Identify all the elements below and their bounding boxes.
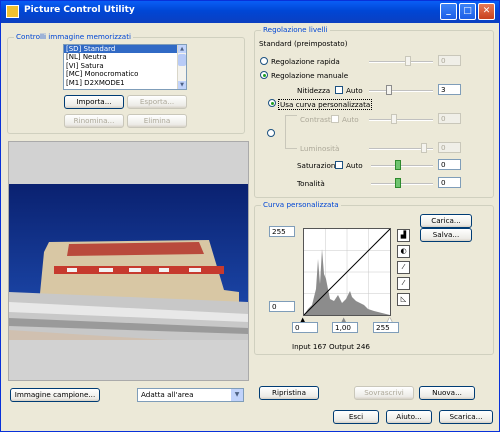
histogram-icon[interactable]: ▟ <box>397 229 410 242</box>
preview-pane <box>8 141 249 381</box>
save-curve-button[interactable]: Salva... <box>420 228 472 242</box>
saturation-label: Saturazione <box>297 161 340 170</box>
download-button[interactable]: Scarica... <box>439 410 493 424</box>
output-max-input[interactable]: 255 <box>269 226 295 237</box>
hue-track <box>371 183 433 185</box>
black-eyedropper-icon[interactable]: ⁄ <box>397 261 410 274</box>
hue-input[interactable]: 0 <box>438 177 461 188</box>
app-window: Picture Control Utility _ □ ✕ Controlli … <box>0 0 500 432</box>
brightness-label: Luminosità <box>300 144 340 153</box>
fit-mode-value: Adatta all'area <box>141 390 194 399</box>
contrast-track <box>369 119 433 121</box>
quick-adjust-track <box>369 61 433 63</box>
contrast-auto-label: Auto <box>342 115 359 124</box>
saturation-track <box>371 165 433 167</box>
saturation-auto-checkbox[interactable] <box>335 161 343 169</box>
saturation-input[interactable]: 0 <box>438 159 461 170</box>
quick-adjust-slider[interactable] <box>405 56 411 66</box>
custom-curve-label: Usa curva personalizzata <box>278 99 373 110</box>
title-bar: Picture Control Utility _ □ ✕ <box>1 1 499 23</box>
curve-editor[interactable] <box>303 228 391 316</box>
sample-photo <box>9 184 248 340</box>
minimize-button[interactable]: _ <box>440 3 457 20</box>
new-button[interactable]: Nuova... <box>419 386 475 400</box>
brightness-slider[interactable] <box>421 143 427 153</box>
rename-button[interactable]: Rinomina... <box>64 114 124 128</box>
sharpness-input[interactable]: 3 <box>438 84 461 95</box>
contrast-input[interactable]: 0 <box>438 113 461 124</box>
close-button[interactable]: ✕ <box>478 3 495 20</box>
sharpness-label: Nitidezza <box>297 86 331 95</box>
chevron-down-icon[interactable]: ▼ <box>231 389 243 401</box>
manual-adjust-radio[interactable] <box>260 71 268 79</box>
import-button[interactable]: Importa... <box>64 95 124 109</box>
overwrite-button[interactable]: Sovrascrivi <box>354 386 414 400</box>
exit-button[interactable]: Esci <box>333 410 379 424</box>
delete-button[interactable]: Elimina <box>127 114 187 128</box>
scroll-down-icon[interactable]: ▼ <box>178 81 186 89</box>
load-curve-button[interactable]: Carica... <box>420 214 472 228</box>
output-readout: Output 246 <box>329 342 370 351</box>
bracket-divider <box>285 115 297 149</box>
quick-adjust-radio[interactable] <box>260 57 268 65</box>
reset-curve-icon[interactable]: ◺ <box>397 293 410 306</box>
curve-graph <box>303 228 391 316</box>
sample-image-button[interactable]: Immagine campione... <box>10 388 100 402</box>
list-scrollbar[interactable]: ▲ ▼ <box>177 45 186 89</box>
list-item[interactable]: [VI] Satura <box>64 62 186 70</box>
app-icon <box>6 5 19 18</box>
picture-control-list[interactable]: [SD] Standard [NL] Neutra [VI] Satura [M… <box>63 44 187 90</box>
contrast-auto-checkbox[interactable] <box>331 115 339 123</box>
hue-slider[interactable] <box>395 178 401 188</box>
output-min-input[interactable]: 0 <box>269 301 295 312</box>
list-item[interactable]: [M1] D2XMODE1 <box>64 79 186 87</box>
quick-adjust-label: Regolazione rapida <box>271 57 340 66</box>
brightness-input[interactable]: 0 <box>438 142 461 153</box>
fit-mode-select[interactable]: Adatta all'area ▼ <box>137 388 244 402</box>
contrast-icon[interactable]: ◐ <box>397 245 410 258</box>
help-button[interactable]: Aiuto... <box>386 410 432 424</box>
custom-curve-title: Curva personalizzata <box>261 200 341 209</box>
sharpness-track <box>369 90 433 92</box>
hue-label: Tonalità <box>297 179 325 188</box>
list-item[interactable]: [MC] Monocromatico <box>64 70 186 78</box>
export-button[interactable]: Esporta... <box>127 95 187 109</box>
list-item[interactable]: [SD] Standard <box>64 45 186 54</box>
input-max-input[interactable]: 255 <box>373 322 399 333</box>
saturation-auto-label: Auto <box>346 161 363 170</box>
manual-adjust-label: Regolazione manuale <box>271 71 349 80</box>
quick-adjust-input[interactable]: 0 <box>438 55 461 66</box>
input-readout: Input 167 <box>292 342 327 351</box>
sharpness-slider[interactable] <box>386 85 392 95</box>
reset-button[interactable]: Ripristina <box>259 386 319 400</box>
scroll-up-icon[interactable]: ▲ <box>178 45 186 53</box>
contrast-slider[interactable] <box>391 114 397 124</box>
saturation-slider[interactable] <box>395 160 401 170</box>
gamma-input[interactable]: 1,00 <box>332 322 358 333</box>
base-control-label: Standard (preimpostato) <box>259 39 348 48</box>
contrast-brightness-radio[interactable] <box>267 129 275 137</box>
sharpness-auto-checkbox[interactable] <box>335 86 343 94</box>
stored-controls-title: Controlli immagine memorizzati <box>14 32 134 41</box>
list-item[interactable]: [NL] Neutra <box>64 53 186 61</box>
maximize-button[interactable]: □ <box>459 3 476 20</box>
white-eyedropper-icon[interactable]: ⁄ <box>397 277 410 290</box>
scroll-thumb[interactable] <box>178 54 186 66</box>
adjustment-title: Regolazione livelli <box>261 25 330 34</box>
custom-curve-radio[interactable] <box>268 99 276 107</box>
sharpness-auto-label: Auto <box>346 86 363 95</box>
input-min-input[interactable]: 0 <box>292 322 318 333</box>
contrast-label: Contrasto <box>300 115 336 124</box>
window-title: Picture Control Utility <box>24 5 135 15</box>
